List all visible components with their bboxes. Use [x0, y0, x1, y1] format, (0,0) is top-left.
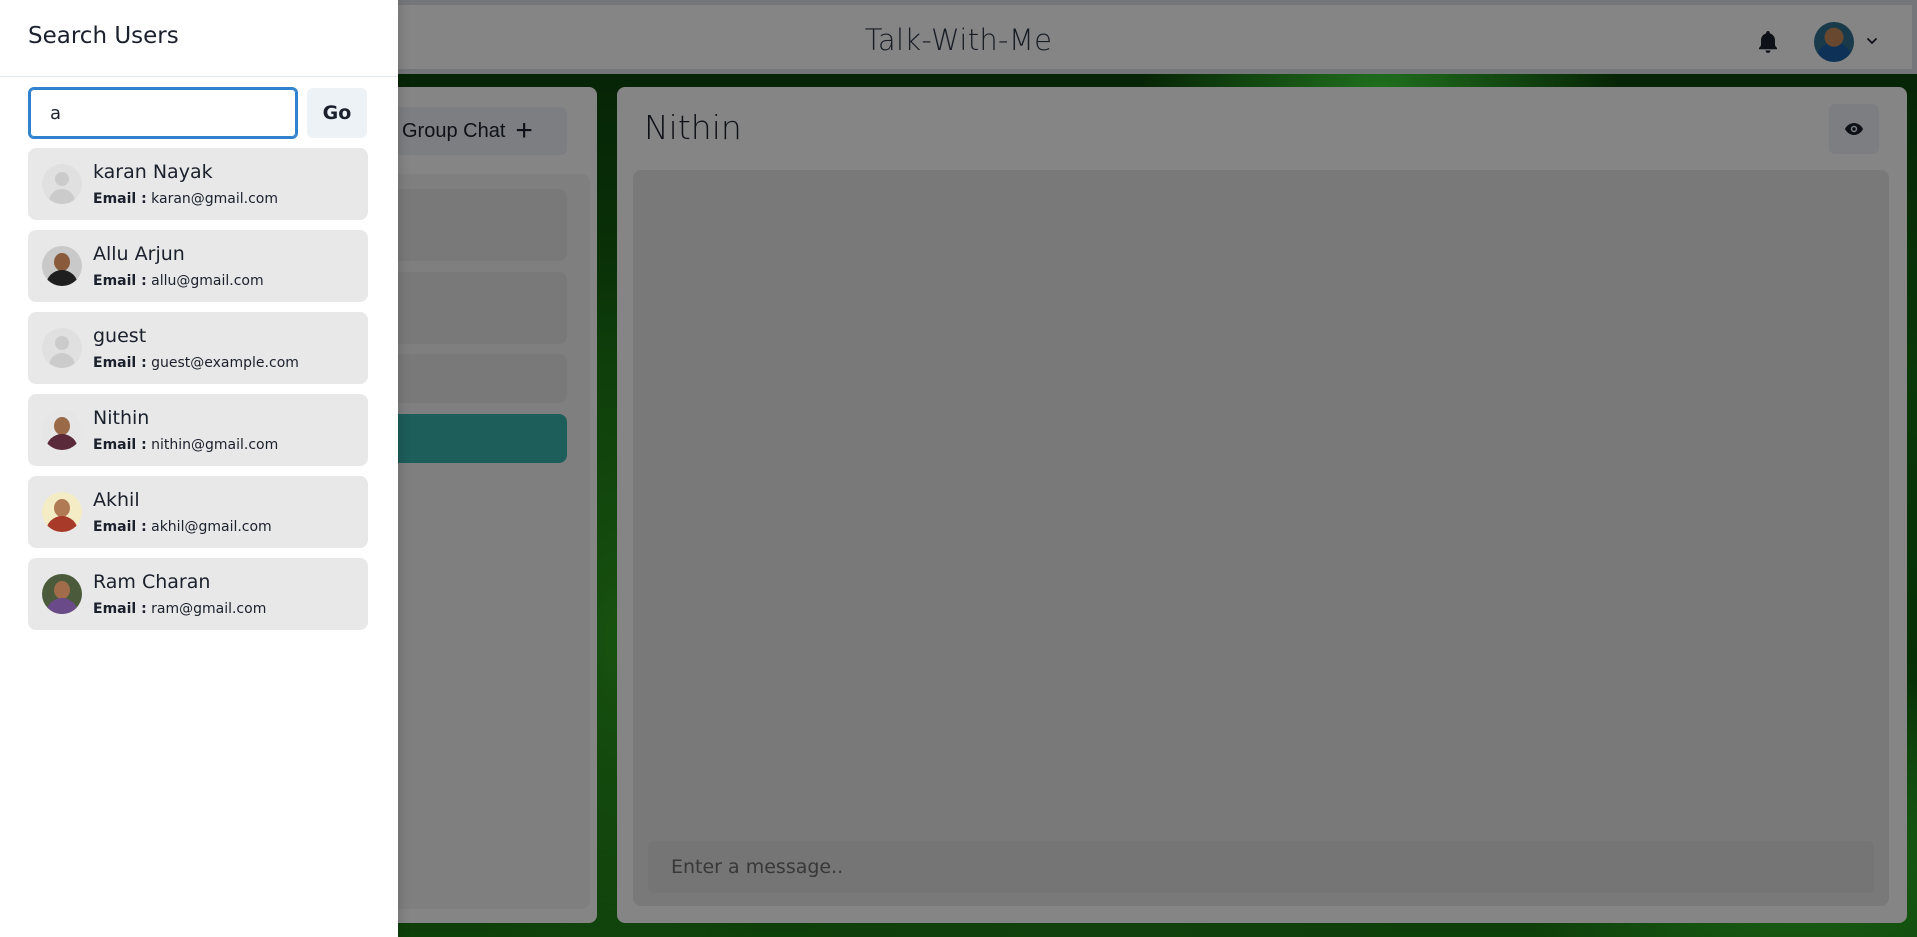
user-avatar [42, 410, 82, 450]
user-result-item[interactable]: Akhil Email : akhil@gmail.com [28, 476, 368, 548]
email-value: allu@gmail.com [151, 273, 264, 289]
email-label: Email : [93, 437, 147, 453]
search-row: Go [28, 87, 367, 139]
user-avatar [42, 164, 82, 204]
user-search-results: karan Nayak Email : karan@gmail.com Allu… [28, 148, 368, 640]
search-users-drawer: Search Users Go karan Nayak Email : kara… [0, 0, 398, 937]
user-name: Akhil [93, 489, 140, 511]
user-name: Ram Charan [93, 571, 211, 593]
email-label: Email : [93, 355, 147, 371]
user-avatar [42, 492, 82, 532]
user-avatar [42, 574, 82, 614]
email-label: Email : [93, 273, 147, 289]
user-email: Email : karan@gmail.com [93, 191, 278, 207]
user-email: Email : ram@gmail.com [93, 601, 266, 617]
user-email: Email : guest@example.com [93, 355, 299, 371]
user-email: Email : akhil@gmail.com [93, 519, 272, 535]
search-input[interactable] [28, 87, 298, 139]
user-name: karan Nayak [93, 161, 213, 183]
user-result-item[interactable]: guest Email : guest@example.com [28, 312, 368, 384]
user-name: Nithin [93, 407, 150, 429]
go-button[interactable]: Go [307, 88, 367, 138]
email-value: karan@gmail.com [151, 191, 279, 207]
email-label: Email : [93, 191, 147, 207]
user-name: guest [93, 325, 147, 347]
user-name: Allu Arjun [93, 243, 185, 265]
drawer-title: Search Users [0, 0, 398, 77]
user-email: Email : nithin@gmail.com [93, 437, 278, 453]
user-result-item[interactable]: Ram Charan Email : ram@gmail.com [28, 558, 368, 630]
email-label: Email : [93, 519, 147, 535]
user-result-item[interactable]: karan Nayak Email : karan@gmail.com [28, 148, 368, 220]
email-value: guest@example.com [151, 355, 299, 371]
email-value: akhil@gmail.com [151, 519, 272, 535]
user-avatar [42, 328, 82, 368]
email-value: nithin@gmail.com [151, 437, 279, 453]
user-email: Email : allu@gmail.com [93, 273, 264, 289]
email-label: Email : [93, 601, 147, 617]
email-value: ram@gmail.com [151, 601, 267, 617]
user-result-item[interactable]: Allu Arjun Email : allu@gmail.com [28, 230, 368, 302]
user-avatar [42, 246, 82, 286]
user-result-item[interactable]: Nithin Email : nithin@gmail.com [28, 394, 368, 466]
